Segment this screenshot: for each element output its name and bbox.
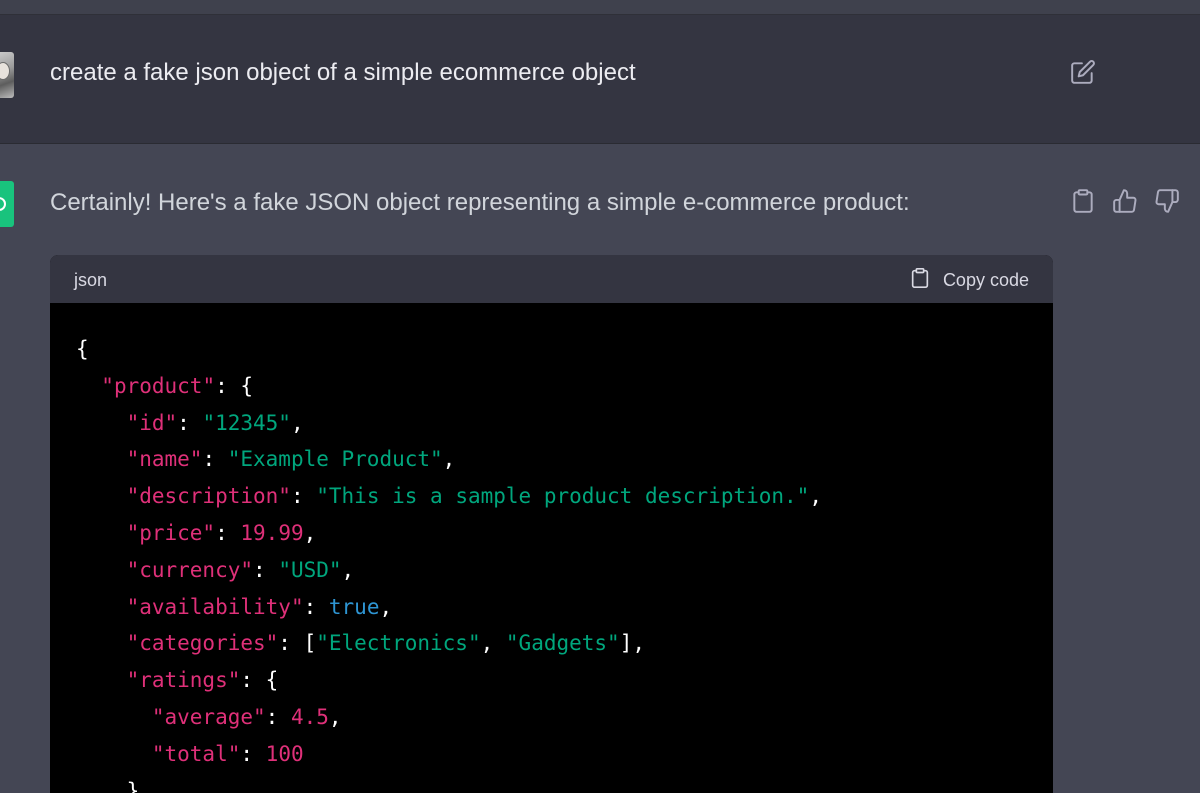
code-token: , <box>303 520 317 545</box>
code-block-header: json Copy code <box>50 255 1053 303</box>
code-language-label: json <box>74 270 108 290</box>
code-token: : <box>240 741 266 766</box>
code-line: "id": "12345", <box>76 405 1053 442</box>
code-token: : <box>253 557 279 582</box>
code-token: "This is a sample product description." <box>316 484 810 509</box>
code-token: "USD" <box>278 557 342 582</box>
copy-code-label: Copy code <box>942 270 1029 290</box>
assistant-avatar <box>0 181 14 227</box>
code-token: , <box>328 704 342 729</box>
code-line: "availability": true, <box>76 589 1053 626</box>
code-token: : <box>290 484 317 509</box>
clipboard-icon[interactable] <box>1070 188 1096 214</box>
code-line: "average": 4.5, <box>76 699 1053 736</box>
code-token: "description" <box>126 484 291 509</box>
code-token: "total" <box>151 741 241 766</box>
code-line: "name": "Example Product", <box>76 441 1053 478</box>
code-token: "average" <box>151 704 266 729</box>
code-line: "description": "This is a sample product… <box>76 478 1053 515</box>
code-line: "price": 19.99, <box>76 515 1053 552</box>
chat-app: create a fake json object of a simple ec… <box>0 0 1200 793</box>
code-line: "ratings": { <box>76 662 1053 699</box>
code-token: "id" <box>126 410 178 435</box>
code-line: "total": 100 <box>76 736 1053 773</box>
code-token: 19.99 <box>240 520 304 545</box>
code-token: : { <box>215 373 254 398</box>
assistant-message-row: Certainly! Here's a fake JSON object rep… <box>0 144 1200 793</box>
code-line: { <box>76 331 1053 368</box>
code-block: json Copy code { "product": { "id": "123… <box>50 255 1053 793</box>
code-line: } <box>76 773 1053 793</box>
code-token: : [ <box>278 631 317 656</box>
code-line: "product": { <box>76 368 1053 405</box>
code-token: , <box>341 557 355 582</box>
code-token: } <box>76 778 140 793</box>
code-token: "Example Product" <box>227 447 443 472</box>
code-token: "categories" <box>126 631 279 656</box>
code-token: true <box>328 594 380 619</box>
code-body: { "product": { "id": "12345", "name": "E… <box>50 303 1053 793</box>
clipboard-icon <box>909 266 931 295</box>
code-token: "availability" <box>126 594 304 619</box>
code-token: , <box>379 594 393 619</box>
code-line: "categories": ["Electronics", "Gadgets"]… <box>76 625 1053 662</box>
code-token: : <box>265 704 291 729</box>
code-token: "product" <box>101 373 216 398</box>
user-avatar <box>0 52 14 98</box>
edit-icon[interactable] <box>1070 59 1096 85</box>
assistant-message-text: Certainly! Here's a fake JSON object rep… <box>50 189 910 216</box>
code-token: : <box>303 594 329 619</box>
code-token: 4.5 <box>290 704 329 729</box>
code-token: "Gadgets" <box>505 631 620 656</box>
thumbs-up-icon[interactable] <box>1112 188 1138 214</box>
code-token: , <box>442 447 456 472</box>
message-actions <box>1070 188 1180 214</box>
code-token: 100 <box>265 741 304 766</box>
thumbs-down-icon[interactable] <box>1154 188 1180 214</box>
code-token: : <box>215 520 241 545</box>
code-token: "price" <box>126 520 216 545</box>
code-token: "name" <box>126 447 203 472</box>
code-token: , <box>480 631 506 656</box>
user-message-row: create a fake json object of a simple ec… <box>0 15 1200 144</box>
code-token: "ratings" <box>126 668 241 693</box>
user-avatar-face <box>0 62 10 80</box>
code-token: : <box>177 410 203 435</box>
code-token: : <box>202 447 228 472</box>
code-token: "currency" <box>126 557 254 582</box>
code-token: "12345" <box>202 410 291 435</box>
code-token: , <box>290 410 304 435</box>
code-line: "currency": "USD", <box>76 552 1053 589</box>
top-strip <box>0 0 1200 15</box>
code-token: "Electronics" <box>316 631 481 656</box>
user-message-text: create a fake json object of a simple ec… <box>50 59 636 86</box>
code-token: ], <box>619 631 645 656</box>
code-token: : { <box>240 668 279 693</box>
copy-code-button[interactable]: Copy code <box>909 266 1029 295</box>
code-token: { <box>76 337 89 361</box>
code-token: , <box>809 484 822 509</box>
